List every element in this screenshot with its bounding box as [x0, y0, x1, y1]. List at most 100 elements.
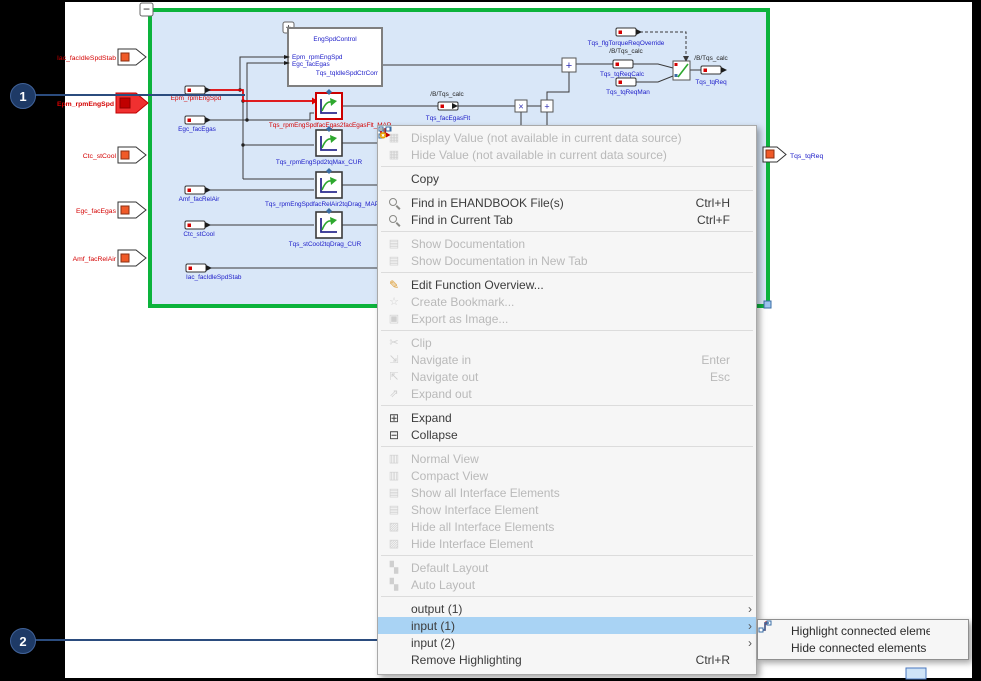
menu-item-output-1[interactable]: output (1)›	[378, 600, 756, 617]
svg-text:Tqs_tqReqCalc: Tqs_tqReqCalc	[600, 71, 645, 78]
connector-input-icon	[385, 636, 403, 650]
collapse-button[interactable]: −	[140, 2, 153, 16]
port-iac-facidlespdstab[interactable]: Iac_facIdleSpdStab	[57, 49, 146, 65]
menu-item-input-1[interactable]: input (1)›	[378, 617, 756, 634]
svg-text:/B/Tqs_calc: /B/Tqs_calc	[430, 91, 464, 98]
port-egc-facegas[interactable]: Egc_facEgas	[76, 202, 146, 218]
port-ctc-stcool[interactable]: Ctc_stCool	[83, 147, 146, 163]
engspdcontrol-block[interactable]: + EngSpdControl Epm_rpmEngSpd Egc_facEga…	[283, 22, 382, 86]
svg-text:−: −	[143, 2, 150, 16]
menu-item-label: Normal View	[411, 452, 718, 466]
menu-separator	[381, 166, 753, 167]
connector-output-icon	[385, 602, 403, 616]
interface-hide-icon: ▨	[385, 537, 403, 551]
connector-input-icon	[385, 619, 403, 633]
submenu-arrow-icon: ›	[742, 636, 752, 650]
compact-view-icon: ▥	[385, 469, 403, 483]
navigate-in-icon: ⇲	[385, 353, 403, 367]
switch-block[interactable]	[673, 61, 690, 80]
menu-item-edit-function-overview[interactable]: ✎ Edit Function Overview...	[378, 276, 756, 293]
resize-handle[interactable]	[764, 301, 771, 308]
svg-text:Egc_facEgas: Egc_facEgas	[178, 126, 216, 133]
callout-badge-1: 1	[10, 83, 36, 109]
menu-item-label: Highlight connected elements	[791, 624, 930, 638]
menu-item-create-bookmark: ☆ Create Bookmark...	[378, 293, 756, 310]
menu-item-hide-interface-element: ▨Hide Interface Element	[378, 535, 756, 552]
clip-icon: ✂	[385, 336, 403, 350]
menu-item-hide-all-interface-elements: ▨Hide all Interface Elements	[378, 518, 756, 535]
connector-hide-icon	[765, 641, 783, 655]
pencil-icon: ✎	[385, 278, 403, 292]
menu-item-label: Show all Interface Elements	[411, 486, 718, 500]
multiply-block[interactable]: ×	[515, 100, 527, 112]
svg-text:Tqs_tqReqMan: Tqs_tqReqMan	[606, 89, 650, 96]
menu-item-navigate-in: ⇲Navigate inEnter	[378, 351, 756, 368]
add-block-small[interactable]: +	[541, 100, 553, 112]
menu-item-label: Expand	[411, 411, 718, 425]
blank-icon	[385, 172, 403, 186]
menu-item-label: Edit Function Overview...	[411, 278, 718, 292]
svg-text:/B/Tqs_calc: /B/Tqs_calc	[694, 55, 728, 62]
menu-item-clip: ✂ Clip	[378, 334, 756, 351]
search-icon	[385, 213, 403, 227]
menu-item-input-2[interactable]: input (2)›	[378, 634, 756, 651]
star-icon: ☆	[385, 295, 403, 309]
menu-item-default-layout: ▚Default Layout	[378, 559, 756, 576]
menu-item-expand-out: ⇗Expand out	[378, 385, 756, 402]
svg-text:Ctc_stCool: Ctc_stCool	[83, 153, 117, 160]
menu-item-show-interface-element: ▤Show Interface Element	[378, 501, 756, 518]
menu-item-display-value-not-available-in-current-data-source: ▦Display Value (not available in current…	[378, 129, 756, 146]
svg-text:Tqs_facEgasFlt: Tqs_facEgasFlt	[426, 115, 471, 122]
context-menu: ▦Display Value (not available in current…	[377, 125, 757, 675]
remove-highlight-icon	[385, 653, 403, 667]
expandbox-icon: ⊞	[385, 411, 403, 425]
menu-item-label: Export as Image...	[411, 312, 718, 326]
callout-line-2	[34, 639, 377, 641]
svg-text:Egc_facEgas: Egc_facEgas	[76, 208, 117, 215]
menu-separator	[381, 596, 753, 597]
menu-item-remove-highlighting[interactable]: Remove HighlightingCtrl+R	[378, 651, 756, 668]
svg-text:+: +	[544, 102, 549, 112]
svg-text:EngSpdControl: EngSpdControl	[313, 36, 356, 43]
search-icon	[385, 196, 403, 210]
menu-separator	[381, 446, 753, 447]
layout-icon: ▚	[385, 561, 403, 575]
menu-item-show-all-interface-elements: ▤ Show all Interface Elements	[378, 484, 756, 501]
callout-number-2: 2	[19, 634, 26, 649]
svg-text:/B/Tqs_calc: /B/Tqs_calc	[609, 48, 643, 55]
menu-item-shortcut: Esc	[710, 370, 742, 384]
menu-item-expand[interactable]: ⊞ Expand	[378, 409, 756, 426]
menu-item-label: Navigate in	[411, 353, 689, 367]
menu-item-highlight-connected-elements[interactable]: Highlight connected elements	[758, 623, 968, 640]
expand-out-icon: ⇗	[385, 387, 403, 401]
port-amf-facrelair[interactable]: Amf_facRelAir	[73, 250, 146, 266]
menu-item-shortcut: Ctrl+F	[697, 213, 742, 227]
menu-item-label: Find in EHANDBOOK File(s)	[411, 196, 684, 210]
menu-item-find-in-ehandbook-file-s[interactable]: Find in EHANDBOOK File(s) Ctrl+H	[378, 194, 756, 211]
menu-item-collapse[interactable]: ⊟Collapse	[378, 426, 756, 443]
menu-item-label: Create Bookmark...	[411, 295, 718, 309]
menu-item-label: Show Documentation in New Tab	[411, 254, 718, 268]
svg-text:Tqs_tqIdleSpdCtrCorr: Tqs_tqIdleSpdCtrCorr	[316, 70, 379, 77]
menu-item-label: Hide Value (not available in current dat…	[411, 148, 718, 162]
menu-item-label: Copy	[411, 172, 718, 186]
interface-show-icon: ▤	[385, 486, 403, 500]
svg-text:Epm_rpmEngSpd: Epm_rpmEngSpd	[57, 101, 114, 108]
menu-item-hide-connected-elements[interactable]: Hide connected elements	[758, 640, 968, 657]
menu-item-label: Find in Current Tab	[411, 213, 685, 227]
menu-item-copy[interactable]: Copy	[378, 170, 756, 187]
svg-text:Ctc_stCool: Ctc_stCool	[183, 231, 214, 238]
add-block-main[interactable]: +	[562, 58, 576, 72]
menu-item-shortcut: Ctrl+H	[696, 196, 742, 210]
svg-text:Amf_facRelAir: Amf_facRelAir	[179, 196, 221, 203]
menu-separator	[381, 272, 753, 273]
menu-item-label: Hide all Interface Elements	[411, 520, 718, 534]
menu-item-label: Show Documentation	[411, 237, 718, 251]
value-hide-icon: ▦	[385, 148, 403, 162]
menu-item-label: Clip	[411, 336, 718, 350]
menu-separator	[381, 555, 753, 556]
port-tqs-tqreq-out[interactable]: Tqs_tqReq	[763, 147, 823, 162]
menu-item-find-in-current-tab[interactable]: Find in Current Tab Ctrl+F	[378, 211, 756, 228]
menu-item-auto-layout: ▚Auto Layout	[378, 576, 756, 593]
callout-line-1	[34, 94, 245, 96]
